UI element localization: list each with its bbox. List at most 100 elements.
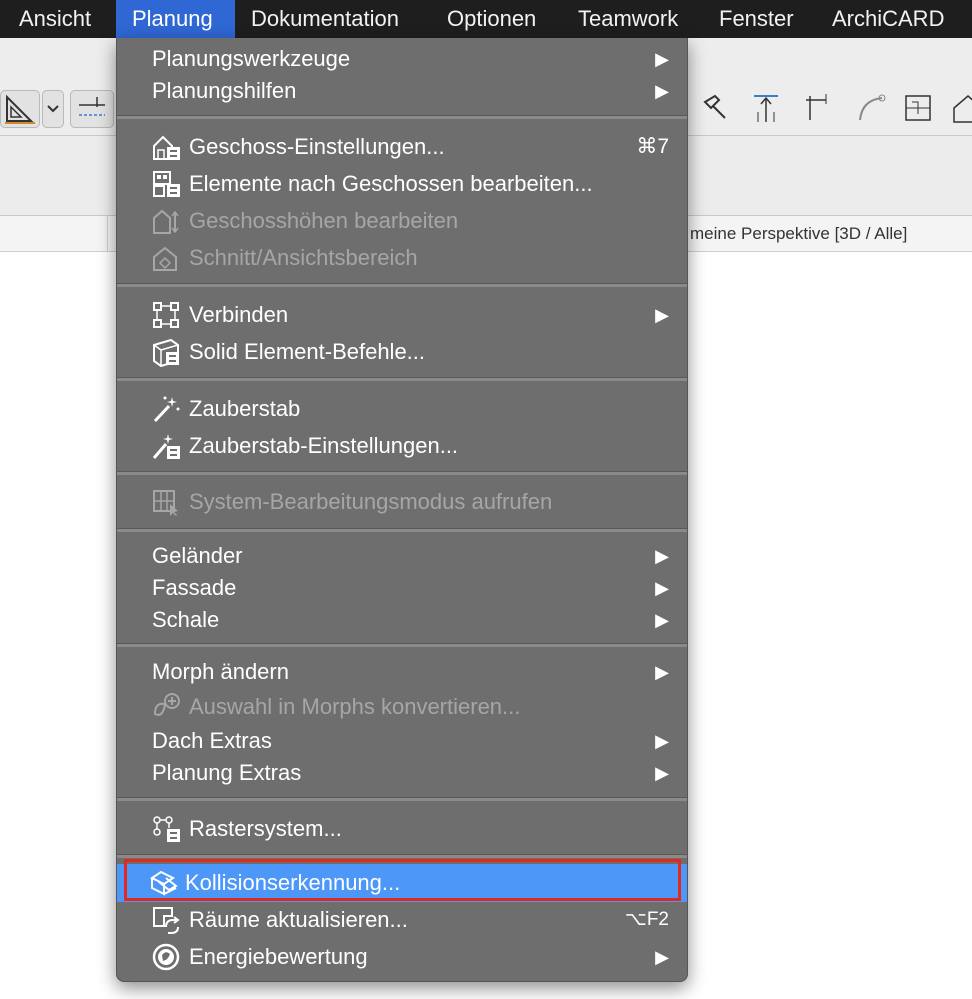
menu-item-kollisionserkennung[interactable]: Kollisionserkennung... <box>117 864 687 902</box>
menu-item-geschoss-einstellungen[interactable]: Geschoss-Einstellungen... ⌘7 <box>117 130 687 164</box>
system-edit-icon <box>153 490 178 516</box>
menu-item-planungswerkzeuge[interactable]: Planungswerkzeuge ▶ <box>117 42 687 76</box>
menu-item-label: Geländer <box>152 543 243 568</box>
menu-item-shortcut: ⌘7 <box>636 135 669 158</box>
submenu-arrow-icon: ▶ <box>655 546 669 566</box>
submenu-arrow-icon: ▶ <box>655 731 669 751</box>
menu-separator <box>117 471 687 475</box>
menu-item-system-bearbeitungsmodus: System-Bearbeitungsmodus aufrufen <box>117 485 687 519</box>
magic-wand-settings-icon <box>152 434 180 459</box>
menu-item-schnitt-ansichtsbereich: Schnitt/Ansichtsbereich <box>117 241 687 275</box>
menu-item-schale[interactable]: Schale ▶ <box>117 603 687 637</box>
connect-icon <box>153 302 179 328</box>
menu-item-label: Morph ändern <box>152 659 289 684</box>
menubar-optionen[interactable]: Optionen <box>447 0 536 38</box>
menu-item-morph-aendern[interactable]: Morph ändern ▶ <box>117 655 687 689</box>
menu-item-label: Räume aktualisieren... <box>189 907 408 932</box>
submenu-arrow-icon: ▶ <box>655 662 669 682</box>
menu-item-label: Planung Extras <box>152 760 302 785</box>
solid-element-icon <box>153 338 179 367</box>
menu-separator <box>117 283 687 287</box>
menu-item-label: Schnitt/Ansichtsbereich <box>189 245 418 270</box>
menu-separator <box>117 854 687 858</box>
grid-system-icon <box>153 816 180 842</box>
menu-item-dach-extras[interactable]: Dach Extras ▶ <box>117 724 687 758</box>
menu-item-geschosshoehen: Geschosshöhen bearbeiten <box>117 204 687 238</box>
menubar-teamwork[interactable]: Teamwork <box>578 0 678 38</box>
menu-separator <box>117 115 687 119</box>
menu-item-label: System-Bearbeitungsmodus aufrufen <box>189 489 553 514</box>
energy-evaluation-icon <box>152 943 180 971</box>
menu-item-label: Auswahl in Morphs konvertieren... <box>189 694 521 719</box>
hammer-tool-icon[interactable] <box>697 90 733 126</box>
menu-item-label: Rastersystem... <box>189 816 342 841</box>
submenu-arrow-icon: ▶ <box>655 81 669 101</box>
corner-tool-icon[interactable] <box>800 90 836 126</box>
submenu-arrow-icon: ▶ <box>655 763 669 783</box>
planung-menu: Planungswerkzeuge ▶ Planungshilfen ▶ Ges… <box>116 38 688 982</box>
convert-morph-icon <box>153 693 180 716</box>
update-zones-icon <box>153 907 180 934</box>
menubar-ansicht[interactable]: Ansicht <box>19 0 91 38</box>
menubar-planung[interactable]: Planung <box>116 0 235 38</box>
menubar-fenster[interactable]: Fenster <box>719 0 794 38</box>
menu-item-label: Geschosshöhen bearbeiten <box>189 208 459 233</box>
menu-item-elemente-nach-geschossen[interactable]: Elemente nach Geschossen bearbeiten... <box>117 167 687 201</box>
menu-item-label: Verbinden <box>189 302 289 327</box>
menu-item-label: Zauberstab <box>189 396 301 421</box>
menu-item-shortcut: ⌥F2 <box>624 909 669 930</box>
menu-item-label: Elemente nach Geschossen bearbeiten... <box>189 171 593 196</box>
section-range-icon <box>153 246 177 271</box>
menu-item-verbinden[interactable]: Verbinden ▶ <box>117 298 687 332</box>
storey-heights-icon <box>153 209 179 234</box>
submenu-arrow-icon: ▶ <box>655 947 669 967</box>
menu-item-solid-element[interactable]: Solid Element-Befehle... <box>117 335 687 369</box>
menu-item-gelaender[interactable]: Geländer ▶ <box>117 539 687 573</box>
menu-item-label: Zauberstab-Einstellungen... <box>189 433 459 458</box>
menu-item-zauberstab[interactable]: Zauberstab <box>117 392 687 426</box>
tab-divider <box>107 216 108 252</box>
angle-dropdown-button[interactable] <box>42 90 64 128</box>
menu-item-label: Planungshilfen <box>152 78 297 103</box>
view-tab-label[interactable]: meine Perspektive [3D / Alle] <box>690 224 907 244</box>
menu-bar: Ansicht Planung Dokumentation Optionen T… <box>0 0 972 38</box>
menu-item-label: Dach Extras <box>152 728 272 753</box>
menu-item-rastersystem[interactable]: Rastersystem... <box>117 812 687 846</box>
angle-tool-icon <box>5 94 35 124</box>
menu-item-planung-extras[interactable]: Planung Extras ▶ <box>117 756 687 790</box>
menubar-archicard[interactable]: ArchiCARD <box>832 0 944 38</box>
submenu-arrow-icon: ▶ <box>655 578 669 598</box>
submenu-arrow-icon: ▶ <box>655 49 669 69</box>
elevation-tool-icon[interactable] <box>748 90 784 126</box>
menu-item-label: Kollisionserkennung... <box>185 870 401 895</box>
angle-tool-button[interactable] <box>0 90 40 128</box>
menu-separator <box>117 528 687 532</box>
menu-item-label: Geschoss-Einstellungen... <box>189 134 445 159</box>
magic-wand-icon <box>153 396 180 423</box>
menu-item-planungshilfen[interactable]: Planungshilfen ▶ <box>117 74 687 108</box>
menu-item-energiebewertung[interactable]: Energiebewertung ▶ <box>117 940 687 974</box>
submenu-arrow-icon: ▶ <box>655 610 669 630</box>
zone-tool-icon[interactable] <box>900 90 936 126</box>
edit-by-storey-icon <box>153 171 180 197</box>
menu-item-label: Schale <box>152 607 220 632</box>
storey-settings-icon <box>153 135 180 160</box>
house-tool-icon[interactable] <box>950 90 972 126</box>
menu-item-label: Solid Element-Befehle... <box>189 339 426 364</box>
arc-tool-icon[interactable] <box>852 90 888 126</box>
menu-item-raeume-aktualisieren[interactable]: Räume aktualisieren... ⌥F2 <box>117 903 687 937</box>
menu-item-fassade[interactable]: Fassade ▶ <box>117 571 687 605</box>
menu-item-auswahl-in-morphs: Auswahl in Morphs konvertieren... <box>117 690 687 724</box>
menu-item-zauberstab-einstellungen[interactable]: Zauberstab-Einstellungen... <box>117 429 687 463</box>
menu-item-label: Energiebewertung <box>189 944 368 969</box>
chevron-down-icon <box>47 105 59 113</box>
menubar-dokumentation[interactable]: Dokumentation <box>251 0 399 38</box>
menu-item-label: Fassade <box>152 575 237 600</box>
submenu-arrow-icon: ▶ <box>655 305 669 325</box>
menu-item-label: Planungswerkzeuge <box>152 46 351 71</box>
collision-detection-icon <box>150 870 178 896</box>
menu-separator <box>117 377 687 381</box>
dimension-tool-button[interactable] <box>70 90 114 128</box>
menu-separator <box>117 643 687 647</box>
dimension-icon <box>79 97 105 116</box>
